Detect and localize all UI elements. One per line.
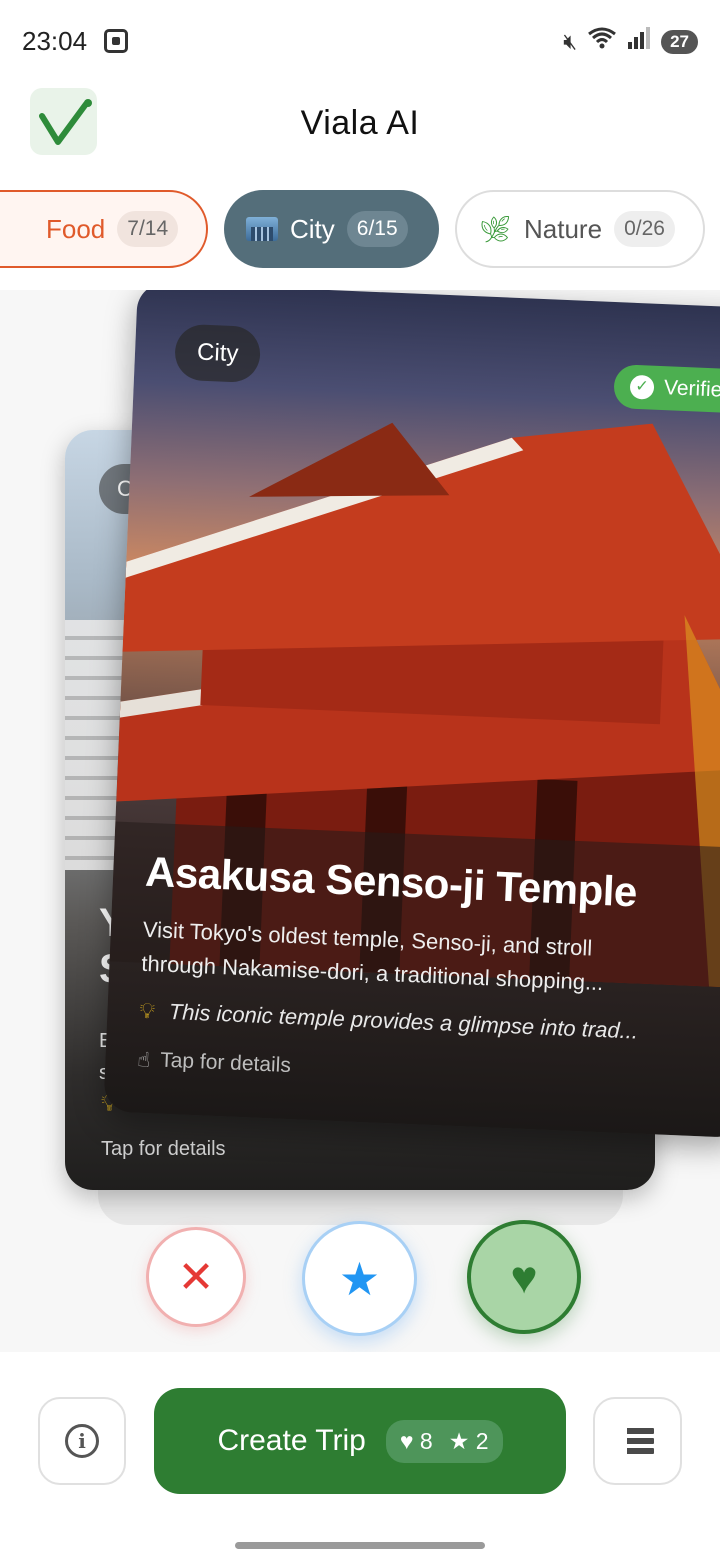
bottom-bar: i Create Trip ♥ 8 ★ 2 (0, 1352, 720, 1560)
signal-icon (627, 27, 651, 56)
front-card[interactable]: City ✓ Verified Asakusa Senso-ji Temple … (103, 290, 720, 1139)
front-card-tip: 💡︎ This iconic temple provides a glimpse… (139, 998, 639, 1045)
battery-icon: 27 (661, 29, 698, 54)
city-icon (246, 217, 278, 241)
mute-icon: 🔇︎ (563, 28, 578, 54)
close-icon: ✕ (177, 1252, 215, 1302)
list-icon (620, 1428, 654, 1454)
status-time: 23:04 (22, 26, 88, 56)
category-tabs: Food 7/14 City 6/15 🌿︎ Nature 0/26 (0, 190, 720, 270)
front-card-tap-label: Tap for details (159, 1048, 292, 1078)
status-bar: 23:04 🔇︎ 27 (0, 0, 720, 84)
dislike-button[interactable]: ✕ (146, 1227, 246, 1327)
tab-nature-label: Nature (524, 213, 603, 244)
create-trip-button[interactable]: Create Trip ♥ 8 ★ 2 (154, 1388, 566, 1494)
like-button[interactable]: ♥ (467, 1220, 581, 1334)
stars-count: 2 (475, 1427, 489, 1454)
status-icons: 🔇︎ 27 (563, 26, 698, 57)
tab-city-label: City (290, 213, 335, 244)
verified-badge: ✓ Verified (613, 364, 720, 414)
tab-food-count: 7/14 (117, 211, 179, 247)
lightbulb-icon: 💡︎ (138, 997, 156, 1024)
trip-stats-badge: ♥ 8 ★ 2 (385, 1419, 503, 1463)
info-button[interactable]: i (38, 1397, 126, 1485)
home-indicator[interactable] (235, 1542, 485, 1549)
tab-city-count: 6/15 (346, 211, 408, 247)
leaf-icon: 🌿︎ (479, 213, 513, 244)
heart-count: ♥ 8 (400, 1428, 433, 1455)
heart-icon: ♥ (510, 1251, 538, 1303)
verified-label: Verified (663, 376, 720, 403)
card-stack: City Ya St Ex sh 💡︎ Tap for details (0, 290, 720, 1352)
likes-count: 8 (419, 1427, 433, 1454)
screen-record-icon (104, 29, 128, 53)
star-icon: ★ (448, 1427, 470, 1454)
heart-icon: ♥ (399, 1427, 414, 1454)
tab-nature[interactable]: 🌿︎ Nature 0/26 (455, 190, 705, 268)
create-trip-label: Create Trip (217, 1424, 366, 1457)
tab-city[interactable]: City 6/15 (224, 190, 439, 268)
front-card-tag: City (173, 323, 262, 384)
front-card-tap-hint: ☝︎ Tap for details (137, 1048, 291, 1079)
back-card-tap-hint: Tap for details (101, 1138, 226, 1160)
app-title: Viala AI (300, 104, 420, 142)
wifi-icon (587, 26, 617, 57)
check-icon: ✓ (629, 374, 655, 400)
list-button[interactable] (593, 1397, 682, 1485)
front-card-tip-text: This iconic temple provides a glimpse in… (168, 998, 639, 1044)
tab-food-label: Food (46, 213, 106, 244)
star-icon: ★ (338, 1252, 381, 1305)
hand-tap-icon: ☝︎ (136, 1048, 151, 1073)
tab-food[interactable]: Food 7/14 (0, 190, 208, 268)
info-icon: i (65, 1424, 99, 1458)
star-count: ★ 2 (449, 1428, 489, 1455)
superlike-button[interactable]: ★ (302, 1221, 417, 1336)
tab-nature-count: 0/26 (614, 211, 675, 247)
